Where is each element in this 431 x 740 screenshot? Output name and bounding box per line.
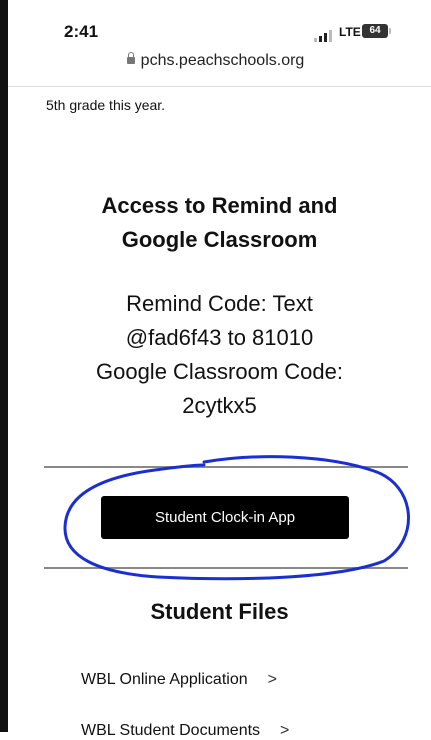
access-title-line-2: Google Classroom [121,227,318,252]
web-page-content: 5th grade this year. Access to Remind an… [8,86,431,739]
chevron-right-icon: > [267,671,277,688]
link-label: WBL Online Application [81,671,248,688]
lock-icon [126,52,135,64]
wbl-student-documents-link[interactable]: WBL Student Documents > [81,722,289,740]
google-classroom-code-value: 2cytkx5 [182,393,257,418]
student-files-title: Student Files [150,599,289,624]
wbl-online-application-link[interactable]: WBL Online Application > [81,671,277,689]
intro-text: 5th grade this year. [46,97,166,113]
url-text: pchs.peachschools.org [140,52,305,69]
access-section-title: Access to Remind and Google Classroom [8,189,431,257]
divider-top [44,466,408,468]
link-label: WBL Student Documents [81,722,261,739]
access-title-line-1: Access to Remind and [101,193,338,218]
browser-address-bar[interactable]: pchs.peachschools.org [0,52,431,82]
screen-left-border [0,0,8,732]
battery-icon: 64 [362,24,388,38]
status-time: 2:41 [64,22,99,41]
signal-strength-icon [314,30,332,42]
student-clockin-app-button[interactable]: Student Clock-in App [101,496,349,539]
status-bar: 2:41 LTE 64 [0,0,431,46]
battery-tip [389,28,391,34]
network-type-label: LTE [339,25,361,39]
google-classroom-code-label: Google Classroom Code: [95,359,343,384]
chevron-right-icon: > [280,722,290,739]
class-codes: Remind Code: Text @fad6f43 to 81010 Goog… [8,287,431,423]
divider-bottom [44,567,408,569]
remind-code-line-2: @fad6f43 to 81010 [125,325,314,350]
remind-code-line-1: Remind Code: Text [126,291,313,316]
